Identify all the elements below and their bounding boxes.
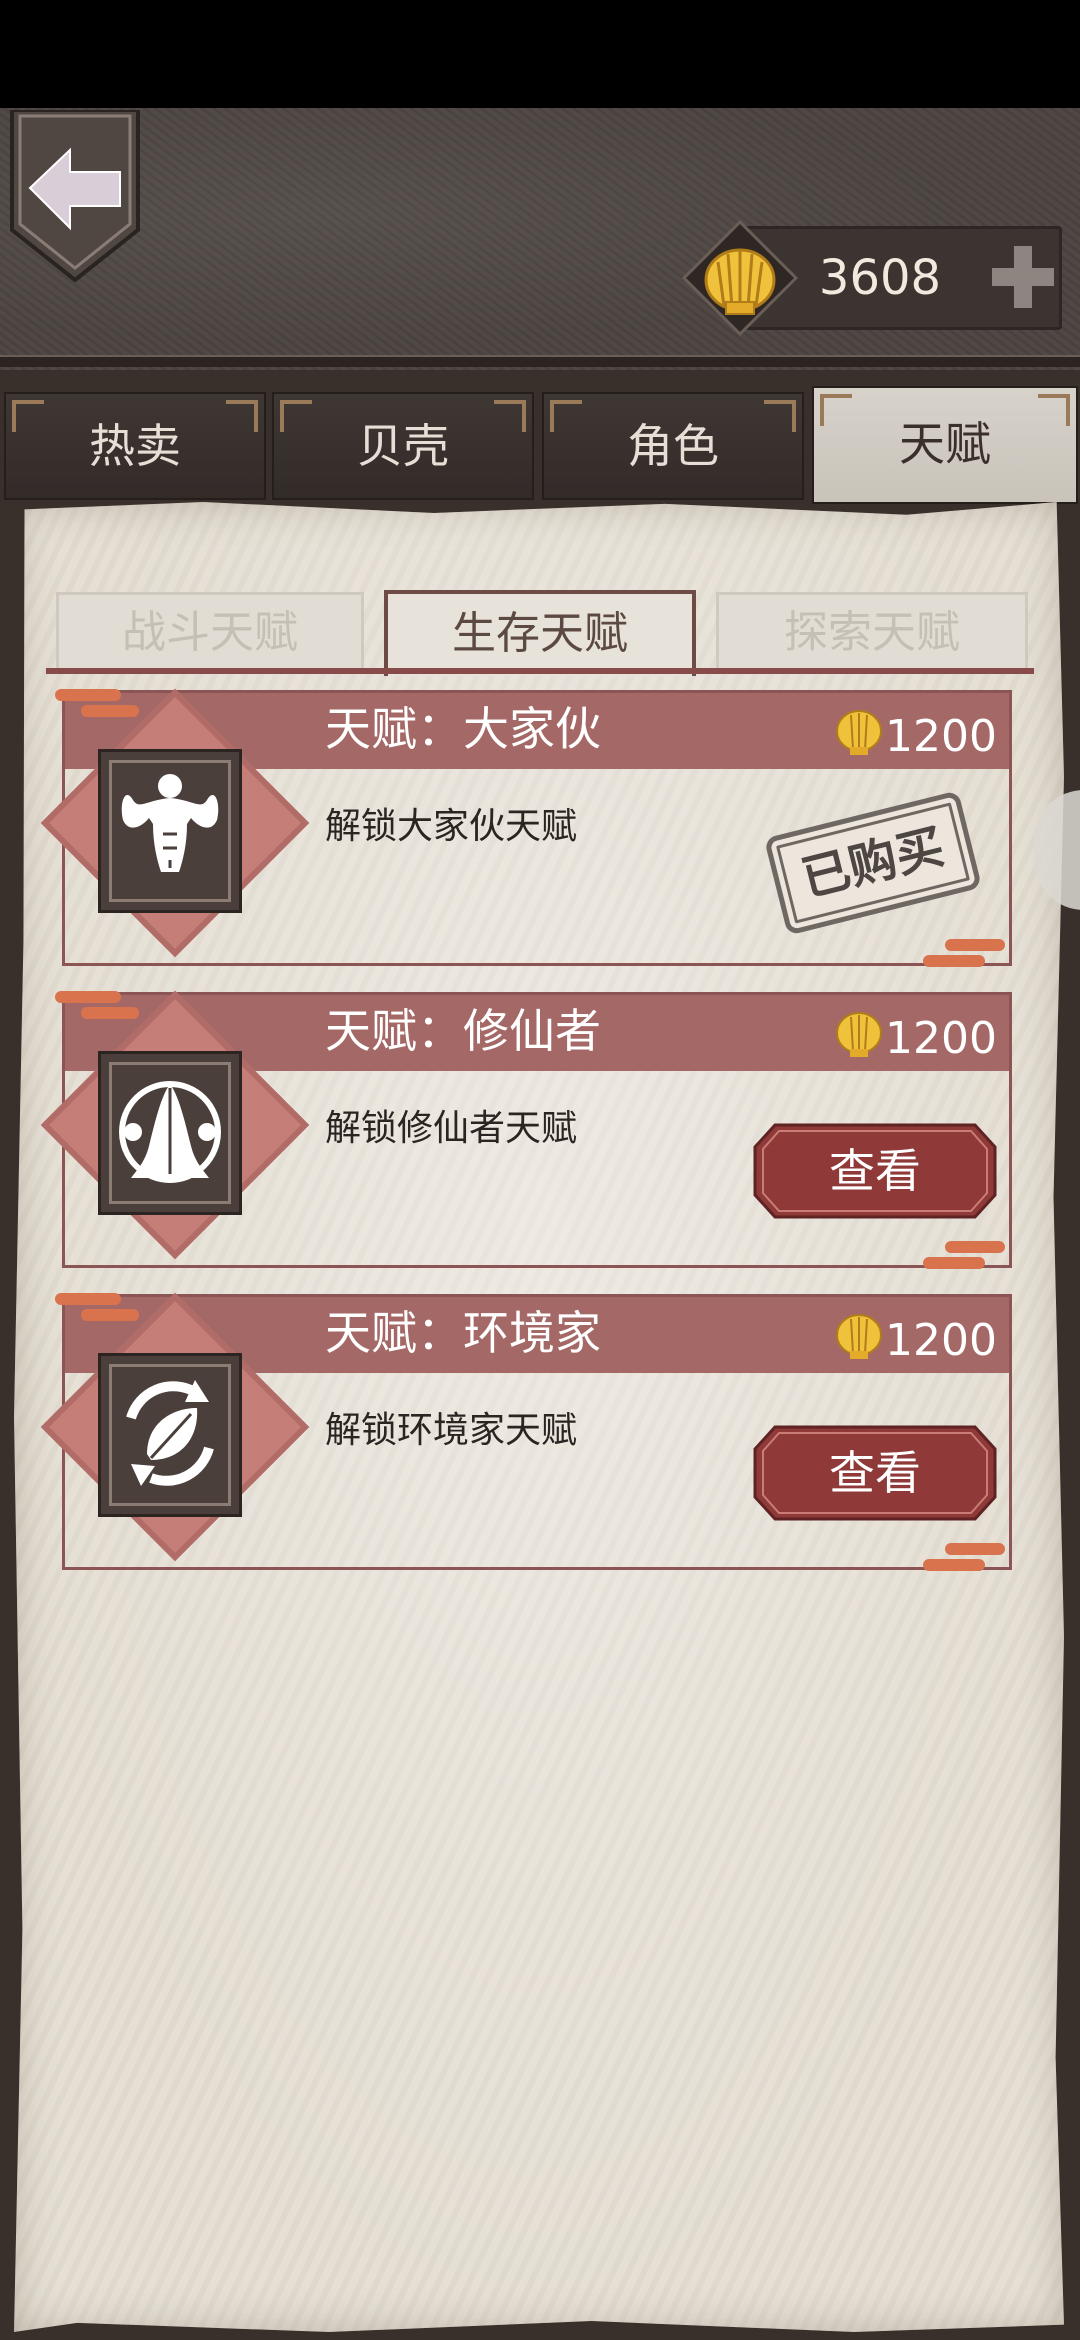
talent-title: 天赋：修仙者 — [325, 1004, 601, 1058]
muscle-man-icon — [121, 774, 219, 872]
cloud-ornament — [923, 1559, 985, 1571]
subtab-survival-talents[interactable]: 生存天赋 — [384, 590, 696, 676]
header-divider — [0, 355, 1080, 367]
shell-coin-icon — [680, 218, 800, 338]
leaf-recycle-icon — [126, 1380, 214, 1486]
tab-label: 热卖 — [89, 419, 181, 473]
plus-icon — [992, 246, 1054, 308]
cloud-ornament — [945, 1543, 1005, 1555]
talent-description: 解锁环境家天赋 — [325, 1410, 578, 1451]
subtab-combat-talents[interactable]: 战斗天赋 — [56, 592, 364, 672]
cloud-ornament — [55, 689, 121, 701]
add-currency-button[interactable] — [990, 242, 1054, 312]
praying-hands-icon — [119, 1081, 221, 1183]
purchased-stamp: 已购买 — [763, 790, 983, 936]
shell-coin-icon — [833, 1309, 885, 1365]
status-bar — [0, 0, 1080, 108]
talent-description: 解锁大家伙天赋 — [325, 806, 578, 847]
cloud-ornament — [81, 705, 139, 717]
tab-characters[interactable]: 角色 — [542, 392, 804, 500]
subtab-label: 战斗天赋 — [122, 607, 298, 658]
cloud-ornament — [81, 1309, 139, 1321]
talent-price: 1200 — [885, 711, 997, 762]
tab-label: 角色 — [627, 419, 719, 473]
view-button[interactable]: 查看 — [753, 1425, 997, 1521]
talent-card: 天赋：大家伙 1200 解锁大家伙天赋 已购买 — [40, 688, 1012, 967]
subtab-label: 生存天赋 — [452, 608, 628, 659]
tab-label: 贝壳 — [357, 419, 449, 473]
talent-card: 天赋：环境家 1200 解锁环境家天赋 查看 — [40, 1292, 1012, 1571]
talent-card: 天赋：修仙者 1200 解锁修仙者天赋 查看 — [40, 990, 1012, 1269]
shell-coin-icon — [833, 1007, 885, 1063]
talent-title: 天赋：大家伙 — [325, 702, 601, 756]
cloud-ornament — [945, 1241, 1005, 1253]
view-button[interactable]: 查看 — [753, 1123, 997, 1219]
tab-talents[interactable]: 天赋 — [812, 386, 1078, 504]
back-button[interactable] — [8, 108, 142, 283]
talent-description: 解锁修仙者天赋 — [325, 1108, 578, 1149]
talent-icon-frame — [98, 1353, 242, 1517]
tab-hot-sale[interactable]: 热卖 — [4, 392, 266, 500]
currency-amount: 3608 — [818, 250, 942, 306]
subtab-underline — [46, 668, 1034, 674]
subtab-exploration-talents[interactable]: 探索天赋 — [716, 592, 1028, 672]
talent-title: 天赋：环境家 — [325, 1306, 601, 1360]
view-button-label: 查看 — [829, 1446, 921, 1500]
talent-icon-frame — [98, 1051, 242, 1215]
cloud-ornament — [923, 1257, 985, 1269]
tab-label: 天赋 — [899, 417, 991, 471]
shell-coin-icon — [833, 705, 885, 761]
cloud-ornament — [55, 991, 121, 1003]
cloud-ornament — [945, 939, 1005, 951]
talent-price: 1200 — [885, 1315, 997, 1366]
tab-shells[interactable]: 贝壳 — [272, 392, 534, 500]
cloud-ornament — [81, 1007, 139, 1019]
cloud-ornament — [55, 1293, 121, 1305]
talent-price: 1200 — [885, 1013, 997, 1064]
talent-icon-frame — [98, 749, 242, 913]
cloud-ornament — [923, 955, 985, 967]
subtab-label: 探索天赋 — [784, 607, 960, 658]
view-button-label: 查看 — [829, 1144, 921, 1198]
